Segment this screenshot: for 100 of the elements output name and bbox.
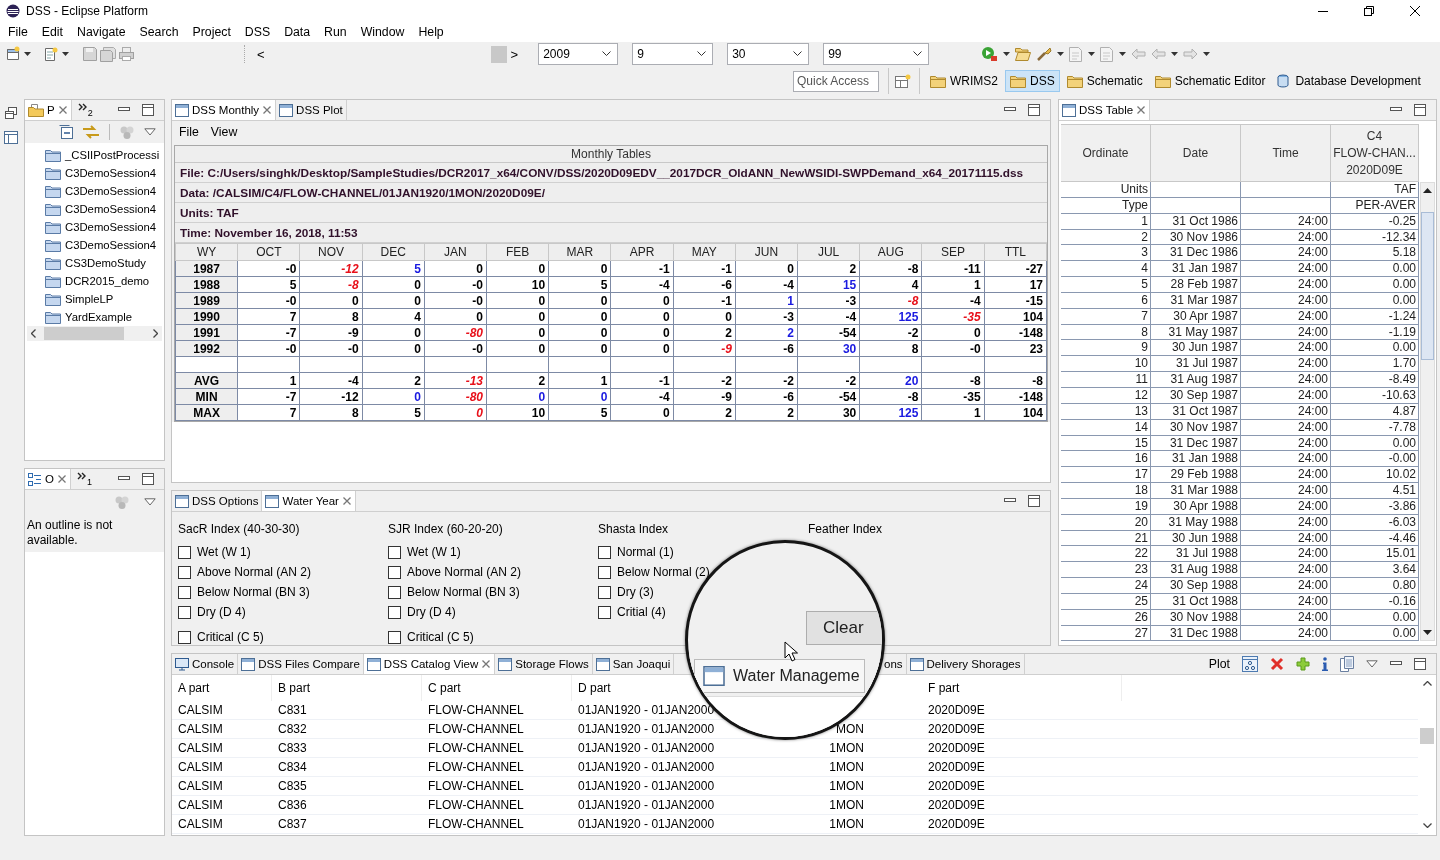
menu-item[interactable]: Search: [132, 25, 186, 39]
scroll-up-icon[interactable]: [1423, 188, 1432, 193]
checkbox-label[interactable]: Dry (3): [617, 585, 654, 599]
checkbox[interactable]: [388, 605, 401, 619]
checkbox-label[interactable]: Normal (1): [617, 545, 674, 559]
maximize-icon[interactable]: [1414, 658, 1426, 670]
scroll-thumb[interactable]: [1421, 212, 1434, 360]
scrollbar[interactable]: [27, 326, 162, 341]
view-tab[interactable]: DSS Options: [172, 491, 263, 511]
menu-item[interactable]: Run: [317, 25, 354, 39]
tree-item[interactable]: _CSIIPostProcessi: [65, 149, 160, 161]
scroll-thumb[interactable]: [490, 45, 507, 63]
clear-button[interactable]: Clear: [806, 611, 882, 645]
view-tab[interactable]: Console: [172, 654, 239, 674]
perspective-button[interactable]: WRIMS2: [925, 70, 1003, 92]
search-field[interactable]: Quick Access: [793, 70, 879, 92]
tree-item[interactable]: C3DemoSession4: [65, 203, 157, 215]
view-tab[interactable]: DSS Plot: [276, 100, 347, 120]
caret-icon[interactable]: [24, 52, 31, 56]
checkbox-label[interactable]: Wet (W 1): [197, 545, 251, 559]
tree-item[interactable]: CS3DemoStudy: [65, 257, 146, 269]
restore-icon[interactable]: [1363, 5, 1375, 17]
scroll-down-icon[interactable]: [1423, 630, 1432, 636]
view-tab[interactable]: DSS Monthly: [172, 100, 277, 120]
caret-icon[interactable]: [1088, 52, 1096, 56]
wrench-icon[interactable]: [1036, 46, 1053, 62]
checkbox[interactable]: [388, 545, 401, 559]
minimize-icon[interactable]: [1004, 497, 1016, 505]
checkbox[interactable]: [598, 605, 611, 619]
menu-item[interactable]: Edit: [34, 25, 71, 39]
minimize-icon[interactable]: [1390, 106, 1402, 114]
menu-item[interactable]: View: [210, 125, 238, 139]
new-wizard-icon[interactable]: [43, 46, 59, 62]
maximize-icon[interactable]: [1028, 104, 1040, 116]
dropdown[interactable]: 2009: [538, 43, 619, 65]
tree-item[interactable]: SimpleLP: [65, 293, 114, 305]
dropdown[interactable]: 99: [823, 43, 930, 65]
view-tab[interactable]: DSS Catalog View: [363, 654, 496, 674]
menu-item[interactable]: DSS: [237, 25, 278, 39]
more-views-button[interactable]: 1: [70, 469, 98, 489]
checkbox[interactable]: [178, 545, 191, 559]
checkbox-label[interactable]: Below Normal (2): [617, 565, 710, 579]
dropdown[interactable]: 9: [632, 43, 714, 65]
perspective-button[interactable]: Schematic Editor: [1149, 70, 1271, 92]
view-menu-icon[interactable]: [1366, 660, 1378, 668]
minimize-icon[interactable]: [1390, 660, 1402, 668]
perspective-button[interactable]: Database Development: [1272, 70, 1426, 92]
dropdown[interactable]: 30: [727, 43, 810, 65]
checkbox[interactable]: [598, 585, 611, 599]
info-icon[interactable]: [1322, 657, 1328, 671]
minimize-icon[interactable]: [118, 106, 130, 114]
caret-icon[interactable]: [1203, 52, 1211, 56]
close-icon[interactable]: [1409, 5, 1421, 17]
scrollbar[interactable]: [1420, 182, 1435, 642]
add-icon[interactable]: [1296, 657, 1310, 671]
more-views-button[interactable]: 2: [71, 100, 99, 120]
maximize-icon[interactable]: [1028, 495, 1040, 507]
view-tab[interactable]: O: [25, 469, 71, 489]
minimize-icon[interactable]: [118, 475, 130, 483]
next-button[interactable]: >: [506, 46, 523, 62]
tree-item[interactable]: DCR2015_demo: [65, 275, 150, 287]
scroll-thumb[interactable]: [44, 327, 124, 340]
checkbox-label[interactable]: Dry (D 4): [197, 605, 246, 619]
checkbox-label[interactable]: Dry (D 4): [407, 605, 456, 619]
menu-item[interactable]: Data: [277, 25, 318, 39]
checkbox-label[interactable]: Wet (W 1): [407, 545, 461, 559]
tree-item[interactable]: C3DemoSession4: [65, 185, 157, 197]
caret-icon[interactable]: [1171, 52, 1179, 56]
layout-icon[interactable]: [4, 131, 18, 144]
view-menu-icon[interactable]: [144, 128, 156, 136]
checkbox-label[interactable]: Critial (4): [617, 605, 666, 619]
checkbox-label[interactable]: Below Normal (BN 3): [407, 585, 520, 599]
checkbox[interactable]: [388, 565, 401, 579]
maximize-icon[interactable]: [142, 473, 154, 485]
checkbox-label[interactable]: Below Normal (BN 3): [197, 585, 310, 599]
checkbox-label[interactable]: Critical (C 5): [407, 630, 474, 644]
caret-icon[interactable]: [1057, 52, 1065, 56]
tree-item[interactable]: C3DemoSession4: [65, 239, 157, 251]
menu-item[interactable]: Project: [185, 25, 238, 39]
checkbox-label[interactable]: Above Normal (AN 2): [407, 565, 522, 579]
checkbox[interactable]: [178, 630, 191, 644]
checkbox-label[interactable]: Critical (C 5): [197, 630, 264, 644]
restore-icon[interactable]: [5, 107, 17, 119]
copy-icon[interactable]: [1340, 656, 1354, 672]
caret-icon[interactable]: [1003, 52, 1011, 56]
view-tab[interactable]: Water Year: [262, 491, 356, 511]
checkbox[interactable]: [598, 545, 611, 559]
maximize-icon[interactable]: [142, 104, 154, 116]
checkbox[interactable]: [598, 565, 611, 579]
new-file-icon[interactable]: [5, 46, 21, 62]
scroll-left-icon[interactable]: [31, 329, 36, 338]
view-tab[interactable]: DSS Table: [1059, 100, 1151, 120]
delete-icon[interactable]: [1270, 657, 1284, 671]
menu-item[interactable]: Help: [411, 25, 451, 39]
menu-item[interactable]: Window: [353, 25, 412, 39]
menu-item[interactable]: Navigate: [70, 25, 133, 39]
view-tab[interactable]: ons: [883, 654, 907, 674]
open-perspective-icon[interactable]: [895, 73, 911, 89]
plot-window-icon[interactable]: [1242, 656, 1258, 672]
minimize-icon[interactable]: [1004, 106, 1016, 114]
